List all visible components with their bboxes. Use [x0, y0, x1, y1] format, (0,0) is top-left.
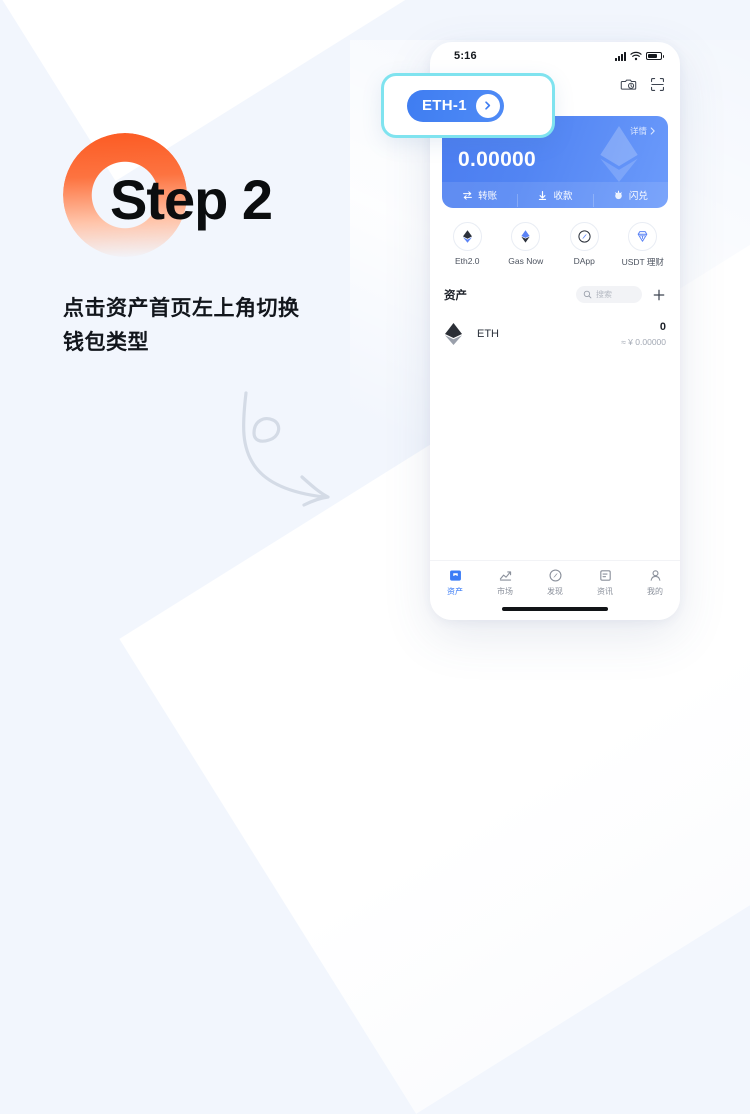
- home-indicator: [502, 607, 608, 611]
- action-swap-label: 闪兑: [628, 191, 648, 202]
- tutorial-description: 点击资产首页左上角切换 钱包类型: [63, 292, 393, 360]
- chart-icon: [499, 571, 511, 581]
- detail-link[interactable]: 详情: [630, 125, 656, 137]
- battery-icon: [646, 52, 664, 60]
- wallet-icon: [449, 570, 461, 581]
- tab-discover[interactable]: 发现: [530, 568, 580, 597]
- asset-name: ETH: [477, 327, 499, 340]
- action-receive-label: 收款: [553, 191, 573, 202]
- card-action-bar: 转账 收款 闪兑: [442, 182, 668, 208]
- tutorial-description-line-1: 点击资产首页左上角切换: [63, 297, 300, 320]
- tab-label: 我的: [647, 587, 663, 596]
- shortcut-icon-wrap: [511, 222, 541, 251]
- person-icon: [650, 570, 660, 581]
- shortcut-dapp[interactable]: DApp: [555, 222, 614, 268]
- status-icons: [615, 51, 664, 61]
- table-row[interactable]: ETH 0 ≈ ¥ 0.00000: [430, 313, 680, 355]
- tutorial-description-line-2: 钱包类型: [63, 331, 149, 355]
- receive-icon: [539, 190, 547, 200]
- tab-profile[interactable]: 我的: [630, 568, 680, 597]
- asset-fiat-value: ≈ ¥ 0.00000: [621, 336, 666, 347]
- shortcut-label: Gas Now: [508, 256, 544, 266]
- chevron-right-icon: [650, 127, 655, 135]
- assets-title: 资产: [444, 289, 467, 302]
- shortcut-label: DApp: [573, 256, 595, 266]
- asset-list: ETH 0 ≈ ¥ 0.00000: [430, 313, 680, 355]
- shortcut-icon-wrap: [569, 222, 599, 251]
- status-time: 5:16: [454, 50, 477, 62]
- tab-label: 资产: [447, 587, 463, 596]
- usdt-gem-icon: [637, 231, 648, 242]
- action-swap[interactable]: 闪兑: [592, 188, 668, 207]
- swap-icon: [615, 190, 622, 199]
- header-icon-group: [620, 76, 666, 93]
- gas-icon: [521, 230, 530, 243]
- compass-icon: [548, 569, 562, 582]
- asset-amount: 0: [659, 321, 666, 333]
- detail-label: 详情: [629, 126, 647, 136]
- transfer-icon: [463, 190, 473, 200]
- page-title: Step 2: [110, 168, 273, 231]
- search-icon: [583, 290, 592, 299]
- wallet-switch-highlight: ETH-1: [381, 73, 555, 138]
- shortcut-label: USDT 理财: [621, 257, 664, 267]
- shortcut-icon-wrap: [452, 222, 482, 251]
- wallet-name-label: ETH-1: [422, 97, 467, 114]
- action-transfer[interactable]: 转账: [442, 188, 517, 202]
- bottom-tab-bar: 资产 市场 发现 资讯 我的: [430, 560, 680, 620]
- eth2-icon: [462, 230, 472, 243]
- shortcut-eth2[interactable]: Eth2.0: [438, 222, 497, 268]
- shortcut-label: Eth2.0: [454, 256, 480, 266]
- camera-history-icon[interactable]: [620, 76, 637, 93]
- shortcut-icon-wrap: [628, 222, 658, 251]
- shortcut-usdt[interactable]: USDT 理财: [614, 222, 673, 268]
- search-placeholder: 搜索: [596, 290, 612, 299]
- tab-news[interactable]: 资讯: [580, 568, 630, 597]
- curly-arrow-icon: [242, 391, 330, 507]
- signal-bars-icon: [615, 51, 626, 61]
- shortcut-gas-now[interactable]: Gas Now: [497, 222, 556, 268]
- tab-label: 发现: [547, 587, 563, 596]
- ethereum-diamond-icon: [445, 322, 462, 345]
- search-input[interactable]: 搜索: [576, 286, 642, 303]
- tab-market[interactable]: 市场: [480, 568, 530, 597]
- tab-assets[interactable]: 资产: [430, 568, 480, 597]
- action-transfer-label: 转账: [478, 191, 498, 202]
- balance-value: 0.00000: [458, 148, 537, 171]
- action-receive[interactable]: 收款: [517, 188, 592, 207]
- plus-icon[interactable]: [652, 288, 666, 302]
- news-icon: [599, 570, 611, 581]
- scan-qr-icon[interactable]: [649, 76, 666, 93]
- asset-values: 0 ≈ ¥ 0.00000: [621, 321, 666, 347]
- shortcut-row: Eth2.0 Gas Now DApp USDT 理财: [438, 222, 672, 268]
- tab-label: 资讯: [597, 587, 613, 596]
- wifi-icon: [630, 51, 642, 61]
- assets-header: 资产 搜索: [444, 286, 666, 303]
- tab-label: 市场: [497, 587, 513, 596]
- wallet-switch-button[interactable]: ETH-1: [407, 89, 504, 122]
- tutorial-panel: Step 2 点击资产首页左上角切换 钱包类型: [0, 0, 420, 655]
- status-bar: 5:16: [430, 42, 680, 72]
- compass-icon: [578, 230, 591, 243]
- chevron-right-icon: [475, 93, 500, 118]
